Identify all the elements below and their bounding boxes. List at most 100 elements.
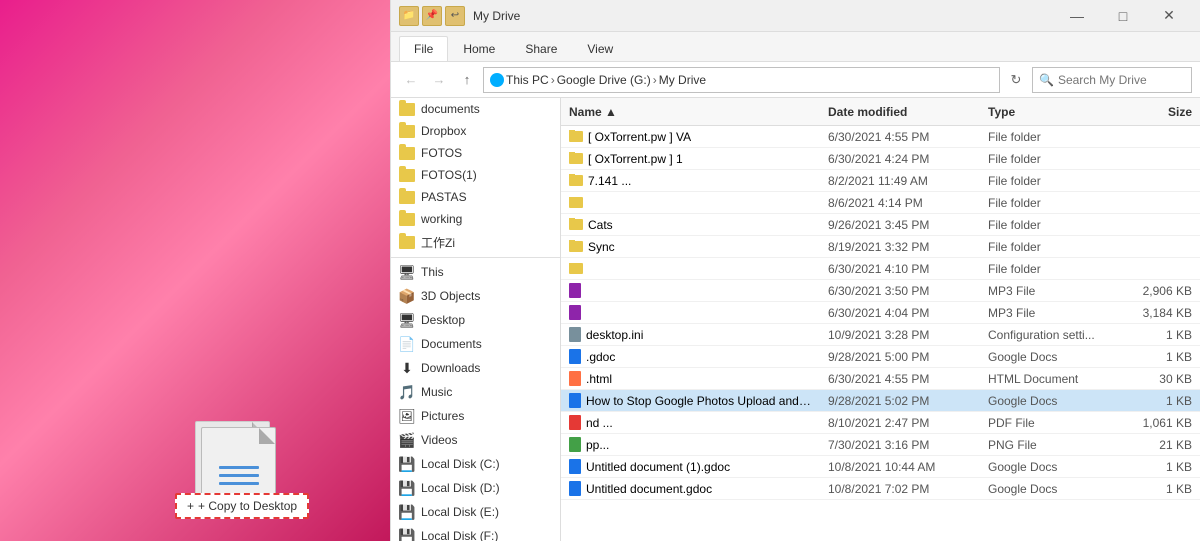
header-size[interactable]: Size bbox=[1120, 105, 1200, 119]
up-button[interactable]: ↑ bbox=[455, 68, 479, 92]
sidebar-item-music[interactable]: 🎵 Music bbox=[391, 380, 560, 404]
title-bar: 📁 📌 ↩ My Drive — □ ✕ bbox=[391, 0, 1200, 32]
file-size: 1 KB bbox=[1120, 482, 1200, 496]
file-date: 6/30/2021 4:55 PM bbox=[820, 372, 980, 386]
drag-line-1 bbox=[219, 466, 259, 469]
table-row[interactable]: 6/30/2021 4:04 PM MP3 File 3,184 KB bbox=[561, 302, 1200, 324]
sidebar-item-label: This bbox=[421, 265, 444, 279]
sidebar-item-diskd[interactable]: 💾 Local Disk (D:) bbox=[391, 476, 560, 500]
disk-icon: 💾 bbox=[399, 480, 415, 496]
table-row[interactable]: .gdoc 9/28/2021 5:00 PM Google Docs 1 KB bbox=[561, 346, 1200, 368]
sidebar-item-fotos[interactable]: FOTOS bbox=[391, 142, 560, 164]
copy-plus-icon: + bbox=[187, 499, 194, 513]
file-date: 8/6/2021 4:14 PM bbox=[820, 196, 980, 210]
file-date: 8/10/2021 2:47 PM bbox=[820, 416, 980, 430]
header-date[interactable]: Date modified bbox=[820, 105, 980, 119]
sidebar-item-dropbox[interactable]: Dropbox bbox=[391, 120, 560, 142]
table-row[interactable]: Cats 9/26/2021 3:45 PM File folder bbox=[561, 214, 1200, 236]
sidebar-item-fotos1[interactable]: FOTOS(1) bbox=[391, 164, 560, 186]
table-row[interactable]: Untitled document (1).gdoc 10/8/2021 10:… bbox=[561, 456, 1200, 478]
minimize-button[interactable]: — bbox=[1054, 0, 1100, 32]
table-row[interactable]: 7.141 ... 8/2/2021 11:49 AM File folder bbox=[561, 170, 1200, 192]
path-my-drive[interactable]: My Drive bbox=[659, 73, 706, 87]
file-type: File folder bbox=[980, 130, 1120, 144]
sidebar-item-3dobjects[interactable]: 📦 3D Objects bbox=[391, 284, 560, 308]
file-name: .html bbox=[586, 372, 612, 386]
file-date: 10/8/2021 7:02 PM bbox=[820, 482, 980, 496]
file-type: File folder bbox=[980, 240, 1120, 254]
sidebar-item-label: Local Disk (D:) bbox=[421, 481, 500, 495]
sidebar-item-downloads[interactable]: ⬇ Downloads bbox=[391, 356, 560, 380]
sidebar-item-pastas[interactable]: PASTAS bbox=[391, 186, 560, 208]
address-path[interactable]: This PC › Google Drive (G:) › My Drive bbox=[483, 67, 1000, 93]
file-date: 10/9/2021 3:28 PM bbox=[820, 328, 980, 342]
table-row[interactable]: 8/6/2021 4:14 PM File folder bbox=[561, 192, 1200, 214]
search-icon: 🔍 bbox=[1039, 73, 1054, 87]
desktop-icon: 🖥 bbox=[399, 312, 415, 328]
header-name[interactable]: Name ▲ bbox=[561, 105, 820, 119]
path-sep-1: › bbox=[551, 73, 555, 87]
file-type: MP3 File bbox=[980, 306, 1120, 320]
refresh-button[interactable]: ↻ bbox=[1004, 68, 1028, 92]
close-button[interactable]: ✕ bbox=[1146, 0, 1192, 32]
sidebar-item-diske[interactable]: 💾 Local Disk (E:) bbox=[391, 500, 560, 524]
3d-icon: 📦 bbox=[399, 288, 415, 304]
downloads-icon: ⬇ bbox=[399, 360, 415, 376]
table-row[interactable]: 6/30/2021 3:50 PM MP3 File 2,906 KB bbox=[561, 280, 1200, 302]
folder-icon bbox=[569, 197, 583, 208]
sidebar-item-label: FOTOS bbox=[421, 146, 462, 160]
file-name: nd ... bbox=[586, 416, 613, 430]
file-type: PNG File bbox=[980, 438, 1120, 452]
sidebar-divider-1 bbox=[391, 257, 560, 258]
sidebar-item-diskf[interactable]: 💾 Local Disk (F:) bbox=[391, 524, 560, 541]
table-row[interactable]: .html 6/30/2021 4:55 PM HTML Document 30… bbox=[561, 368, 1200, 390]
table-row[interactable]: desktop.ini 10/9/2021 3:28 PM Configurat… bbox=[561, 324, 1200, 346]
table-row[interactable]: pp... 7/30/2021 3:16 PM PNG File 21 KB bbox=[561, 434, 1200, 456]
file-name: Untitled document.gdoc bbox=[586, 482, 712, 496]
sidebar-item-desktop[interactable]: 🖥 Desktop bbox=[391, 308, 560, 332]
file-list: Name ▲ Date modified Type Size [ OxTorre… bbox=[561, 98, 1200, 541]
music-icon: 🎵 bbox=[399, 384, 415, 400]
sidebar-item-working[interactable]: working bbox=[391, 208, 560, 230]
background-panel: + + Copy to Desktop bbox=[0, 0, 390, 541]
html-icon bbox=[569, 371, 581, 386]
sidebar-item-diskc[interactable]: 💾 Local Disk (C:) bbox=[391, 452, 560, 476]
table-row[interactable]: How to Stop Google Photos Upload and ...… bbox=[561, 390, 1200, 412]
tab-view[interactable]: View bbox=[572, 36, 628, 61]
header-type[interactable]: Type bbox=[980, 105, 1120, 119]
png-icon bbox=[569, 437, 581, 452]
path-google-drive[interactable]: Google Drive (G:) bbox=[557, 73, 651, 87]
tab-home[interactable]: Home bbox=[448, 36, 510, 61]
path-sep-2: › bbox=[653, 73, 657, 87]
file-type: Google Docs bbox=[980, 350, 1120, 364]
sidebar-item-documents2[interactable]: 📄 Documents bbox=[391, 332, 560, 356]
table-row[interactable]: Untitled document.gdoc 10/8/2021 7:02 PM… bbox=[561, 478, 1200, 500]
gdoc-icon bbox=[569, 349, 581, 364]
table-row[interactable]: 6/30/2021 4:10 PM File folder bbox=[561, 258, 1200, 280]
ini-icon bbox=[569, 327, 581, 342]
table-row[interactable]: nd ... 8/10/2021 2:47 PM PDF File 1,061 … bbox=[561, 412, 1200, 434]
disk-icon: 💾 bbox=[399, 456, 415, 472]
tab-file[interactable]: File bbox=[399, 36, 448, 61]
search-input[interactable] bbox=[1058, 73, 1185, 87]
mp3-icon bbox=[569, 283, 581, 298]
path-this-pc[interactable]: This PC bbox=[506, 73, 549, 87]
file-type: File folder bbox=[980, 196, 1120, 210]
maximize-button[interactable]: □ bbox=[1100, 0, 1146, 32]
file-size: 1 KB bbox=[1120, 350, 1200, 364]
sidebar-item-thispc[interactable]: 🖥 This bbox=[391, 260, 560, 284]
sidebar-item-videos[interactable]: 🎬 Videos bbox=[391, 428, 560, 452]
file-name: pp... bbox=[586, 438, 609, 452]
sidebar-item-pictures[interactable]: 🖼 Pictures bbox=[391, 404, 560, 428]
copy-tooltip-label: + Copy to Desktop bbox=[198, 499, 297, 513]
sidebar-item-gongzuozi[interactable]: 工作Zi bbox=[391, 230, 560, 255]
tab-share[interactable]: Share bbox=[510, 36, 572, 61]
forward-button[interactable]: → bbox=[427, 68, 451, 92]
folder-icon bbox=[399, 236, 415, 249]
back-button[interactable]: ← bbox=[399, 68, 423, 92]
table-row[interactable]: Sync 8/19/2021 3:32 PM File folder bbox=[561, 236, 1200, 258]
folder-icon bbox=[569, 153, 583, 164]
sidebar-item-documents[interactable]: documents bbox=[391, 98, 560, 120]
table-row[interactable]: [ OxTorrent.pw ] 1 6/30/2021 4:24 PM Fil… bbox=[561, 148, 1200, 170]
table-row[interactable]: [ OxTorrent.pw ] VA 6/30/2021 4:55 PM Fi… bbox=[561, 126, 1200, 148]
